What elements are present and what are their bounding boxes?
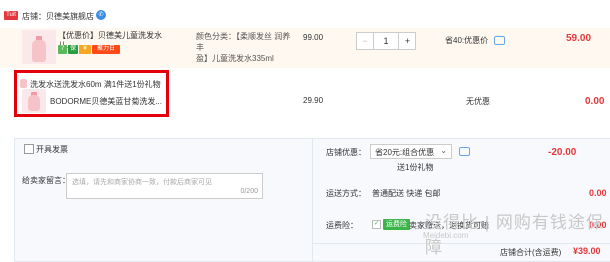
highlight-box <box>14 70 169 117</box>
shop-discount-select[interactable]: 省20元:组合优惠 ⌄ <box>370 144 452 159</box>
shipping-method: 普通配送 快递 包邮 <box>372 189 441 198</box>
chat-icon[interactable]: ✆ <box>96 10 106 20</box>
shop-discount-label: 店铺优惠： <box>326 148 366 157</box>
shop-discount-value: 省20元:组合优惠 <box>375 148 435 157</box>
spec-line-2: 盈】儿童洗发水335ml <box>196 54 274 63</box>
gift-unit-price: 29.90 <box>303 96 324 105</box>
shop-type-icon: Tuit <box>4 11 18 20</box>
product-thumbnail[interactable] <box>22 30 56 64</box>
item-subtotal: 59.00 <box>566 33 592 44</box>
shop-name-link[interactable]: 贝德美旗舰店 <box>46 11 94 22</box>
qty-plus-button[interactable]: + <box>398 33 416 49</box>
shop-discount-amount: -20.00 <box>548 147 577 158</box>
unit-price: 99.00 <box>303 33 324 42</box>
seven-day-return-icon: 7 <box>58 45 67 54</box>
insurance-icon: 保 <box>68 45 78 54</box>
insurance-checkbox[interactable]: ✓ <box>372 220 381 229</box>
promo-day-badge: 聚力日 <box>92 45 120 54</box>
shipping-label: 运送方式： <box>326 189 366 198</box>
qty-input[interactable]: 1 <box>374 33 398 49</box>
shop-label: 店铺： <box>22 12 46 21</box>
gift-discount-text: 无优惠 <box>466 97 490 106</box>
product-spec: 颜色分类：【柔顺发丝 润养丰 盈】儿童洗发水335ml <box>196 31 296 64</box>
invoice-label: 开具发票 <box>36 145 68 154</box>
seller-note-counter: 0/200 <box>240 188 258 195</box>
discount-text: 省40:优惠价 <box>445 36 489 45</box>
spec-line-1: 颜色分类：【柔顺发丝 润养丰 <box>196 32 291 52</box>
seller-note-placeholder: 选填，请先和商家协商一致，付款后商家可见 <box>72 179 212 186</box>
shipping-amount: 0.00 <box>589 188 607 198</box>
seller-note-label: 给卖家留言： <box>22 176 70 185</box>
gift-note: 送1份礼物 <box>397 163 434 172</box>
quantity-stepper: − 1 + <box>356 32 416 50</box>
invoice-checkbox[interactable] <box>24 144 34 154</box>
order-options-panel <box>14 138 313 262</box>
discount-info-icon[interactable] <box>459 147 470 156</box>
gift-subtotal: 0.00 <box>585 96 605 107</box>
watermark-site: Meidebi.com <box>423 231 469 240</box>
payment-icon: ¥ <box>79 45 91 54</box>
chevron-down-icon: ⌄ <box>440 146 447 155</box>
insurance-badge: 运费险 <box>383 219 410 230</box>
insurance-label: 运费险： <box>326 221 358 230</box>
seller-note-field[interactable]: 选填，请先和商家协商一致，付款后商家可见 0/200 <box>66 173 263 199</box>
qty-minus-button[interactable]: − <box>357 33 374 49</box>
discount-info-icon[interactable] <box>494 36 505 45</box>
